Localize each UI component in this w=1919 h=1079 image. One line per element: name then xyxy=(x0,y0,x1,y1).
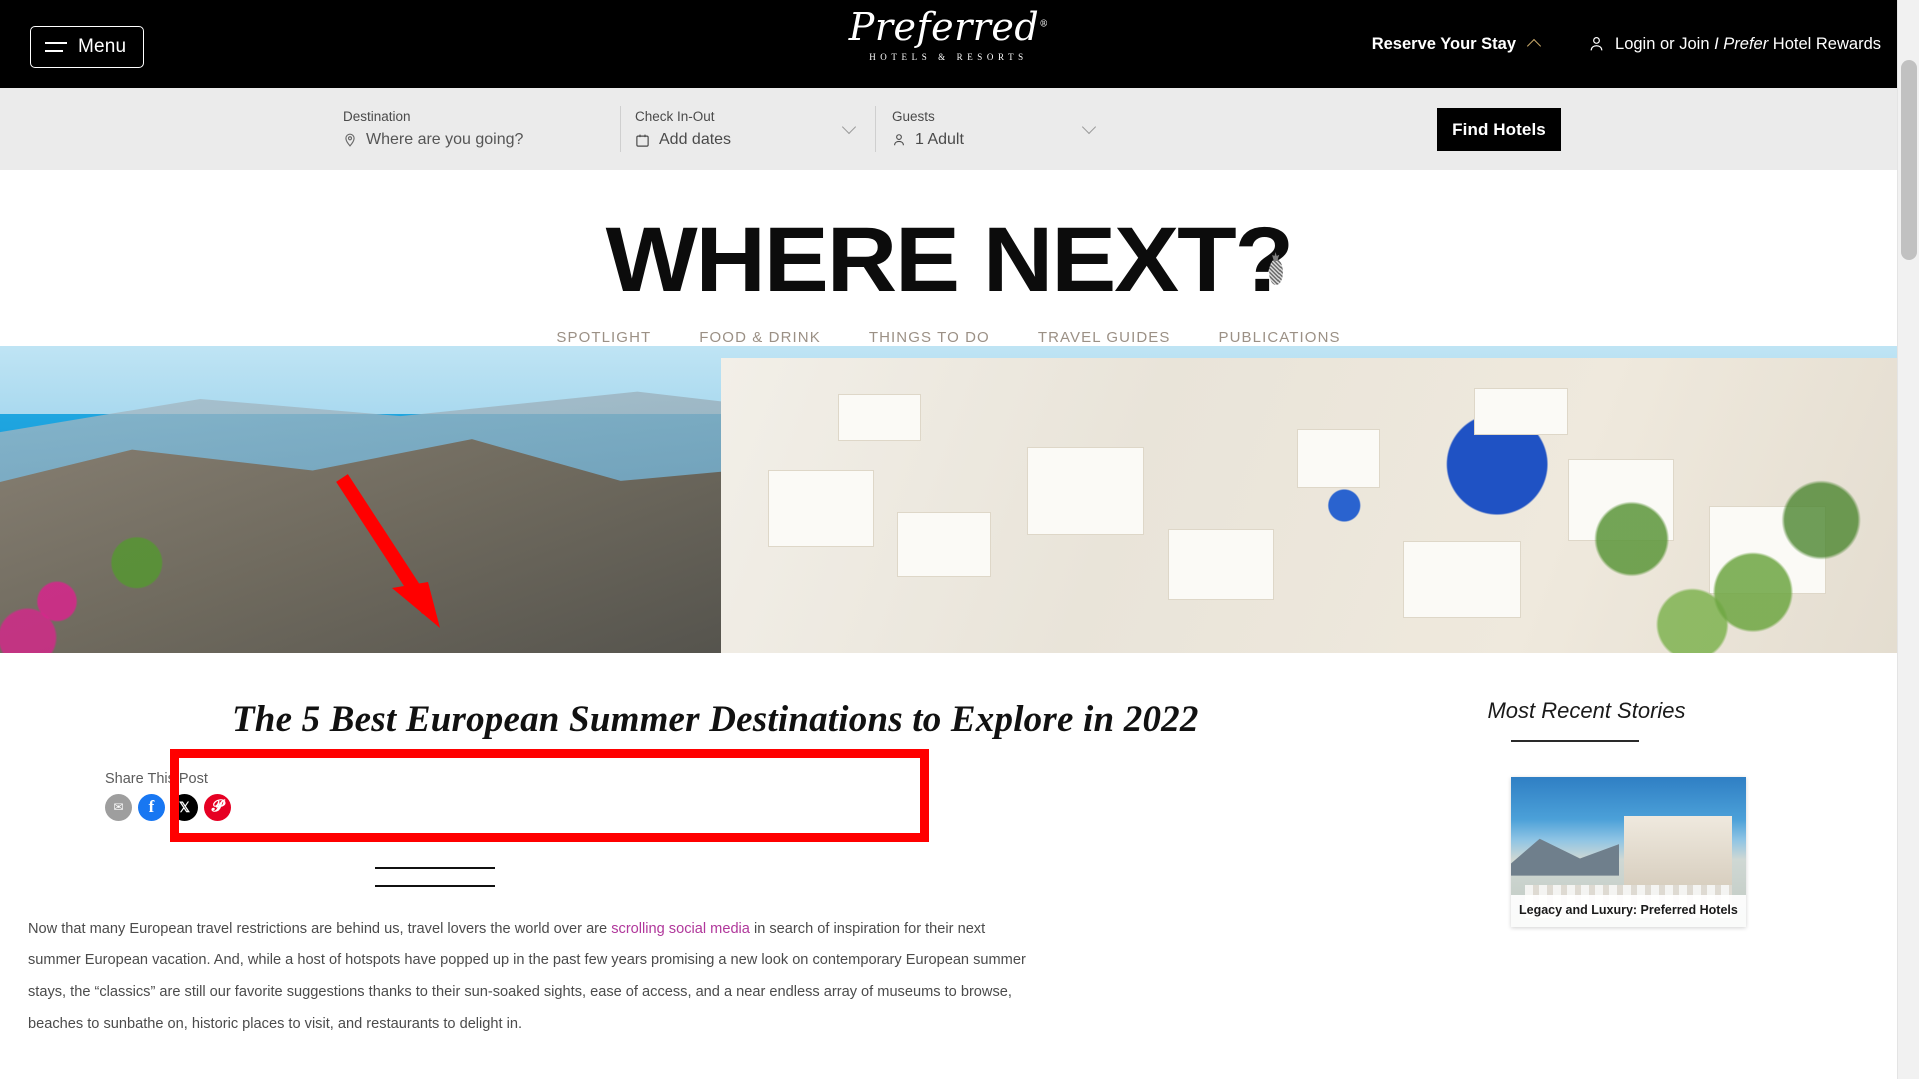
nav-item-food-and-drink[interactable]: FOOD & DRINK xyxy=(699,329,821,346)
where-next-title: WHERE NEXT? xyxy=(605,209,1294,311)
booking-bar: Destination Where are you going? Check I… xyxy=(0,88,1897,170)
story-thumbnail-mountain xyxy=(1511,838,1620,876)
sidebar-title-rule xyxy=(1511,740,1639,742)
hero-bougainvillea-left xyxy=(0,524,228,654)
article-body: Now that many European travel restrictio… xyxy=(0,887,1040,1041)
brand-script-text: Preferred® xyxy=(848,5,1049,49)
x-twitter-share-icon[interactable]: 𝕏 xyxy=(171,793,198,821)
guests-text: 1 Adult xyxy=(915,131,964,148)
brand-trademark: ® xyxy=(1039,19,1049,30)
destination-field[interactable]: Destination Where are you going? xyxy=(0,88,620,170)
destination-label: Destination xyxy=(343,109,411,124)
scrolling-social-media-link[interactable]: scrolling social media xyxy=(611,921,750,937)
map-pin-icon xyxy=(345,133,355,147)
hero-image-santorini xyxy=(0,346,1897,654)
story-card[interactable]: Legacy and Luxury: Preferred Hotels xyxy=(1511,776,1746,927)
site-header: Menu Preferred® HOTELS & RESORTS Reserve… xyxy=(0,0,1897,88)
vertical-scrollbar[interactable] xyxy=(1897,0,1919,1079)
chevron-down-icon-guests[interactable] xyxy=(1084,122,1097,135)
where-next-logo[interactable]: WHERE NEXT? xyxy=(605,214,1294,306)
scrollbar-thumb[interactable] xyxy=(1901,60,1917,260)
share-icon-list: ✉ f 𝕏 𝓟 xyxy=(105,793,1300,821)
header-actions: Reserve Your Stay Login or Join I Prefer… xyxy=(1372,0,1881,88)
destination-value: Where are you going? xyxy=(343,131,620,149)
page-root: Menu Preferred® HOTELS & RESORTS Reserve… xyxy=(0,0,1919,1079)
nav-item-spotlight[interactable]: SPOTLIGHT xyxy=(556,329,651,346)
share-this-post: Share This Post ✉ f 𝕏 𝓟 xyxy=(0,743,1300,821)
reserve-your-stay-button[interactable]: Reserve Your Stay xyxy=(1372,35,1542,54)
facebook-share-icon[interactable]: f xyxy=(138,793,165,821)
body-text-part1: Now that many European travel restrictio… xyxy=(28,920,612,937)
sidebar-most-recent-stories: Most Recent Stories Legacy and Luxury: P… xyxy=(1300,653,1897,1041)
login-join-link[interactable]: Login or Join I Prefer Hotel Rewards xyxy=(1588,35,1881,54)
article-section: The 5 Best European Summer Destinations … xyxy=(0,653,1897,1041)
login-text: Login or Join I Prefer Hotel Rewards xyxy=(1615,34,1881,53)
where-next-question-mark: ? xyxy=(1234,209,1294,311)
chevron-down-icon-dates[interactable] xyxy=(844,122,857,135)
body-text-part2: in search of inspiration for their next … xyxy=(28,920,1026,1032)
chevron-up-icon xyxy=(1528,37,1542,51)
story-caption: Legacy and Luxury: Preferred Hotels xyxy=(1511,894,1746,927)
article-title: The 5 Best European Summer Destinations … xyxy=(232,699,1199,741)
section-divider xyxy=(0,866,1300,887)
page-content: Menu Preferred® HOTELS & RESORTS Reserve… xyxy=(0,0,1897,1079)
pinterest-share-icon[interactable]: 𝓟 xyxy=(204,793,231,821)
guests-label: Guests xyxy=(892,109,935,124)
guest-person-icon xyxy=(894,134,904,146)
find-hotels-button[interactable]: Find Hotels xyxy=(1437,108,1561,151)
article-main-column: The 5 Best European Summer Destinations … xyxy=(0,653,1300,1041)
dates-text: Add dates xyxy=(659,131,732,148)
brand-logo[interactable]: Preferred® HOTELS & RESORTS xyxy=(849,8,1048,62)
guests-field[interactable]: Guests 1 Adult xyxy=(875,106,1115,152)
story-thumbnail-building xyxy=(1623,815,1732,885)
where-next-masthead: WHERE NEXT? SPOTLIGHT FOOD & DRINK THING… xyxy=(0,170,1897,347)
nav-item-publications[interactable]: PUBLICATIONS xyxy=(1219,329,1341,346)
person-icon xyxy=(1590,37,1603,51)
check-in-out-field[interactable]: Check In-Out Add dates xyxy=(620,106,875,152)
nav-item-things-to-do[interactable]: THINGS TO DO xyxy=(869,329,990,346)
email-share-icon[interactable]: ✉ xyxy=(105,793,132,821)
sidebar-title: Most Recent Stories xyxy=(1487,698,1686,724)
guests-value: 1 Adult xyxy=(892,131,1115,149)
menu-button-label: Menu xyxy=(78,36,127,57)
hamburger-icon xyxy=(45,42,67,52)
destination-placeholder: Where are you going? xyxy=(366,131,524,148)
where-next-nav: SPOTLIGHT FOOD & DRINK THINGS TO DO TRAV… xyxy=(0,329,1897,346)
reserve-label: Reserve Your Stay xyxy=(1371,34,1517,53)
hero-foliage-right xyxy=(1517,462,1897,654)
brand-subtitle: HOTELS & RESORTS xyxy=(869,52,1028,62)
nav-item-travel-guides[interactable]: TRAVEL GUIDES xyxy=(1038,329,1171,346)
pineapple-icon xyxy=(1268,259,1283,285)
dates-value: Add dates xyxy=(635,131,875,149)
menu-button[interactable]: Menu xyxy=(30,26,145,68)
share-label: Share This Post xyxy=(105,770,208,787)
dates-label: Check In-Out xyxy=(635,109,715,124)
story-thumbnail: Legacy and Luxury: Preferred Hotels xyxy=(1511,776,1746,927)
calendar-icon xyxy=(636,134,649,147)
